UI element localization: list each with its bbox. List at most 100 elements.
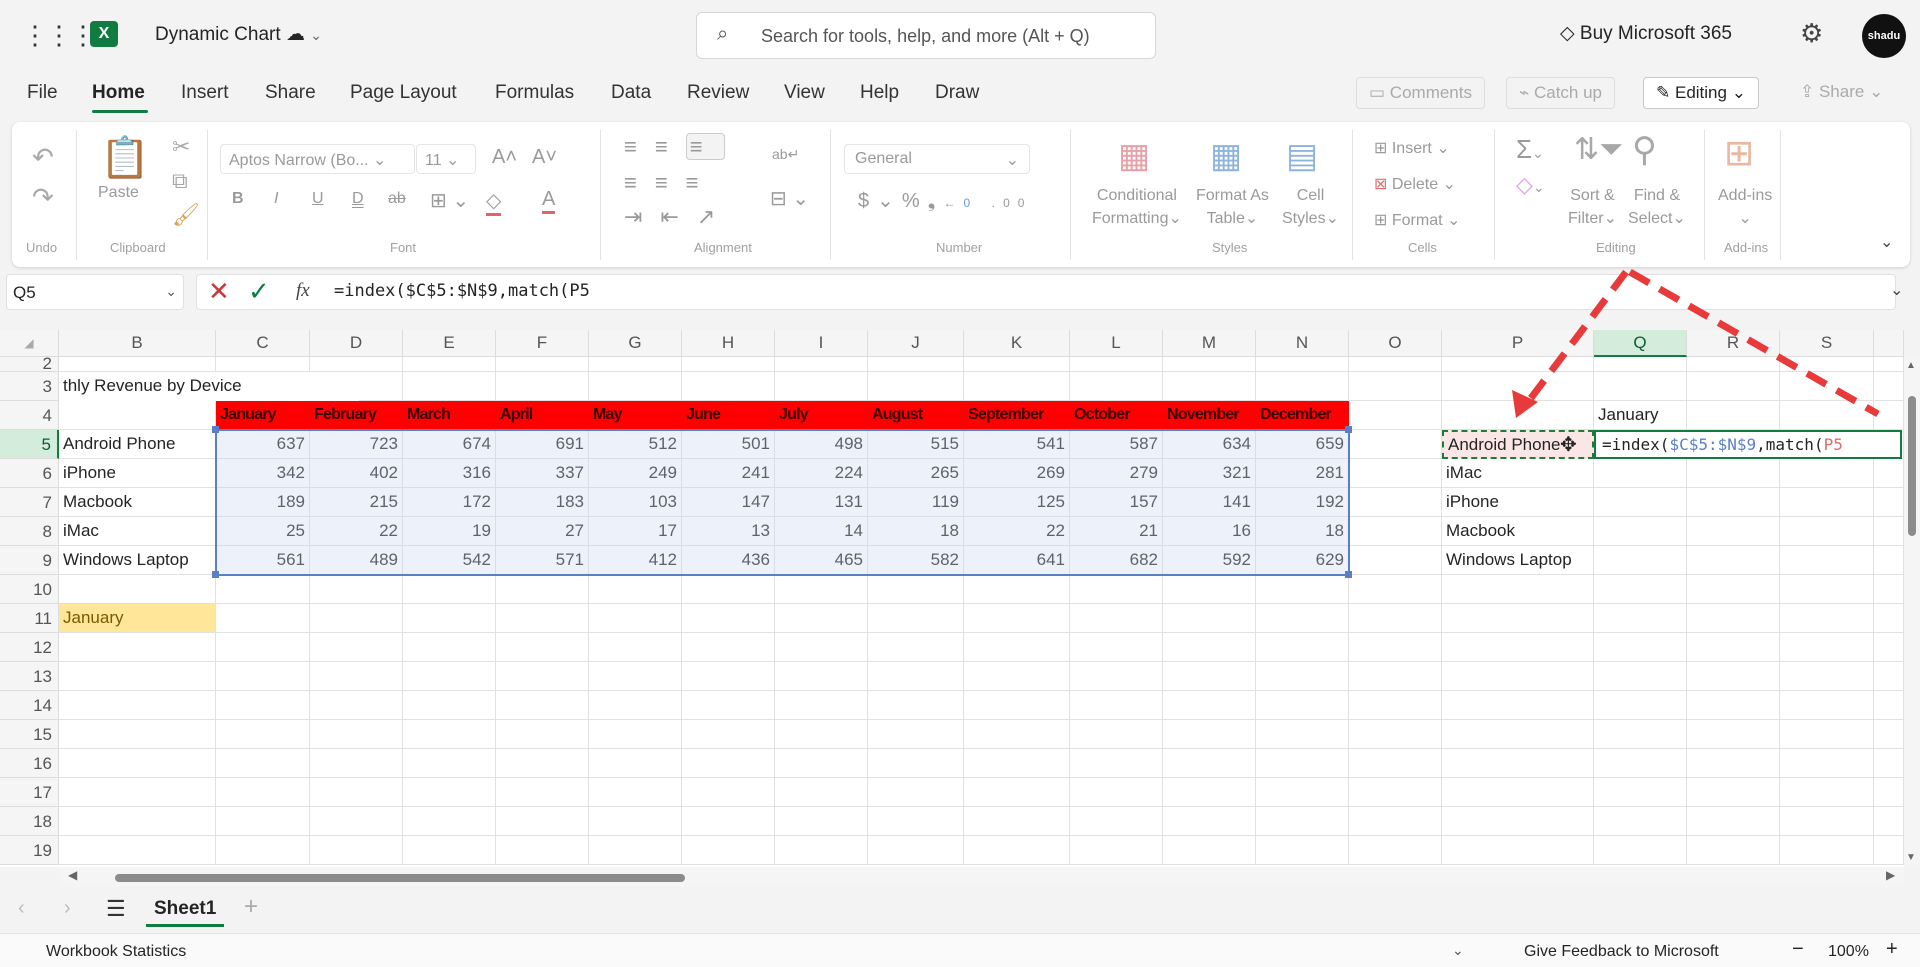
cell[interactable]	[403, 806, 496, 836]
cell[interactable]	[1070, 719, 1163, 749]
cell[interactable]	[868, 371, 964, 401]
tab-formulas[interactable]: Formulas	[495, 82, 574, 104]
expand-ribbon-icon[interactable]: ⌄	[1880, 232, 1893, 252]
cell[interactable]	[1874, 719, 1904, 749]
cell[interactable]	[868, 748, 964, 778]
title-cell[interactable]: thly Revenue by Device	[59, 371, 359, 401]
cell[interactable]	[964, 357, 1070, 372]
column-header-s[interactable]: S	[1780, 330, 1874, 357]
cell[interactable]	[1349, 429, 1442, 459]
value-cell[interactable]: 22	[310, 516, 403, 546]
value-cell[interactable]: 723	[310, 429, 403, 459]
month-header-june[interactable]: June	[682, 400, 775, 430]
horizontal-align-icons[interactable]: ≡≡≡	[624, 170, 717, 196]
format-cells-button[interactable]: ⊞ Format ⌄	[1374, 210, 1460, 230]
row-header-3[interactable]: 3	[0, 371, 59, 401]
value-cell[interactable]: 512	[589, 429, 682, 459]
cell[interactable]	[775, 632, 868, 662]
value-cell[interactable]: 342	[216, 458, 310, 488]
italic-icon[interactable]: I	[274, 190, 278, 208]
cell[interactable]	[403, 777, 496, 807]
cell[interactable]	[1349, 371, 1442, 401]
month-header-january[interactable]: January	[216, 400, 310, 430]
cell[interactable]	[496, 632, 589, 662]
format-as-table-button[interactable]: Format As Table⌄	[1196, 184, 1269, 230]
cell[interactable]	[1442, 400, 1594, 430]
value-cell[interactable]: 157	[1070, 487, 1163, 517]
catch-up-button[interactable]: ⌁ Catch up	[1506, 77, 1616, 109]
cell[interactable]	[496, 357, 589, 372]
cell[interactable]	[1163, 777, 1256, 807]
cell[interactable]	[1442, 661, 1594, 691]
redo-icon[interactable]: ↷	[32, 182, 54, 213]
row-header-2[interactable]: 2	[0, 357, 59, 372]
cell[interactable]	[775, 690, 868, 720]
fx-icon[interactable]: fx	[296, 280, 310, 302]
cell[interactable]	[682, 603, 775, 633]
value-cell[interactable]: 183	[496, 487, 589, 517]
number-format-icons[interactable]: $⌄%❟←0 .00	[858, 188, 1032, 213]
column-header-h[interactable]: H	[682, 330, 775, 357]
select-all-corner[interactable]: ◢	[0, 330, 59, 357]
cell[interactable]	[1163, 719, 1256, 749]
cell[interactable]	[1874, 690, 1904, 720]
value-cell[interactable]: 489	[310, 545, 403, 575]
value-cell[interactable]: 189	[216, 487, 310, 517]
value-cell[interactable]: 25	[216, 516, 310, 546]
font-size-select[interactable]: 11 ⌄	[416, 144, 476, 174]
month-header-february[interactable]: February	[310, 400, 403, 430]
cell[interactable]	[403, 719, 496, 749]
value-cell[interactable]: 18	[868, 516, 964, 546]
workbook-statistics-button[interactable]: Workbook Statistics	[46, 943, 186, 961]
value-cell[interactable]: 337	[496, 458, 589, 488]
cell[interactable]	[964, 748, 1070, 778]
value-cell[interactable]: 21	[1070, 516, 1163, 546]
cell[interactable]	[1070, 632, 1163, 662]
lookup-device-cell[interactable]: iMac	[1442, 458, 1594, 488]
cell[interactable]	[589, 719, 682, 749]
cell[interactable]	[310, 603, 403, 633]
cell[interactable]	[775, 777, 868, 807]
cell[interactable]	[775, 357, 868, 372]
cell[interactable]	[964, 603, 1070, 633]
value-cell[interactable]: 103	[589, 487, 682, 517]
cell[interactable]	[496, 603, 589, 633]
cell[interactable]	[1687, 661, 1780, 691]
cell[interactable]	[59, 661, 216, 691]
value-cell[interactable]: 147	[682, 487, 775, 517]
cell[interactable]	[1874, 458, 1904, 488]
cell[interactable]	[775, 603, 868, 633]
cell[interactable]	[216, 690, 310, 720]
value-cell[interactable]: 241	[682, 458, 775, 488]
indent-orientation-icons[interactable]: ⇥⇤↗	[624, 204, 733, 230]
cell[interactable]	[682, 632, 775, 662]
value-cell[interactable]: 279	[1070, 458, 1163, 488]
cell[interactable]	[59, 777, 216, 807]
cell[interactable]	[1874, 371, 1904, 401]
row-header-10[interactable]: 10	[0, 574, 59, 604]
cell[interactable]	[1349, 632, 1442, 662]
paste-icon[interactable]: 📋	[100, 134, 150, 181]
cell[interactable]	[1349, 835, 1442, 865]
tab-review[interactable]: Review	[687, 82, 749, 104]
find-select-button[interactable]: Find & Select⌄	[1628, 184, 1686, 230]
cell[interactable]	[1349, 719, 1442, 749]
cell[interactable]	[775, 835, 868, 865]
cell[interactable]	[589, 806, 682, 836]
value-cell[interactable]: 571	[496, 545, 589, 575]
paste-button[interactable]: Paste	[98, 184, 139, 202]
row-header-12[interactable]: 12	[0, 632, 59, 662]
range-resize-handle[interactable]	[212, 570, 219, 578]
cell[interactable]	[868, 777, 964, 807]
borders-icon[interactable]: ⊞ ⌄	[430, 188, 469, 213]
cell-styles-button[interactable]: Cell Styles⌄	[1282, 184, 1339, 230]
cell[interactable]	[59, 574, 216, 604]
month-header-november[interactable]: November	[1163, 400, 1256, 430]
zoom-out-button[interactable]: −	[1792, 938, 1804, 961]
cell[interactable]	[1780, 748, 1874, 778]
column-header-n[interactable]: N	[1256, 330, 1349, 357]
column-header-i[interactable]: I	[775, 330, 868, 357]
cell[interactable]	[1070, 371, 1163, 401]
cell[interactable]	[310, 574, 403, 604]
status-chevron-icon[interactable]: ⌄	[1452, 942, 1464, 959]
